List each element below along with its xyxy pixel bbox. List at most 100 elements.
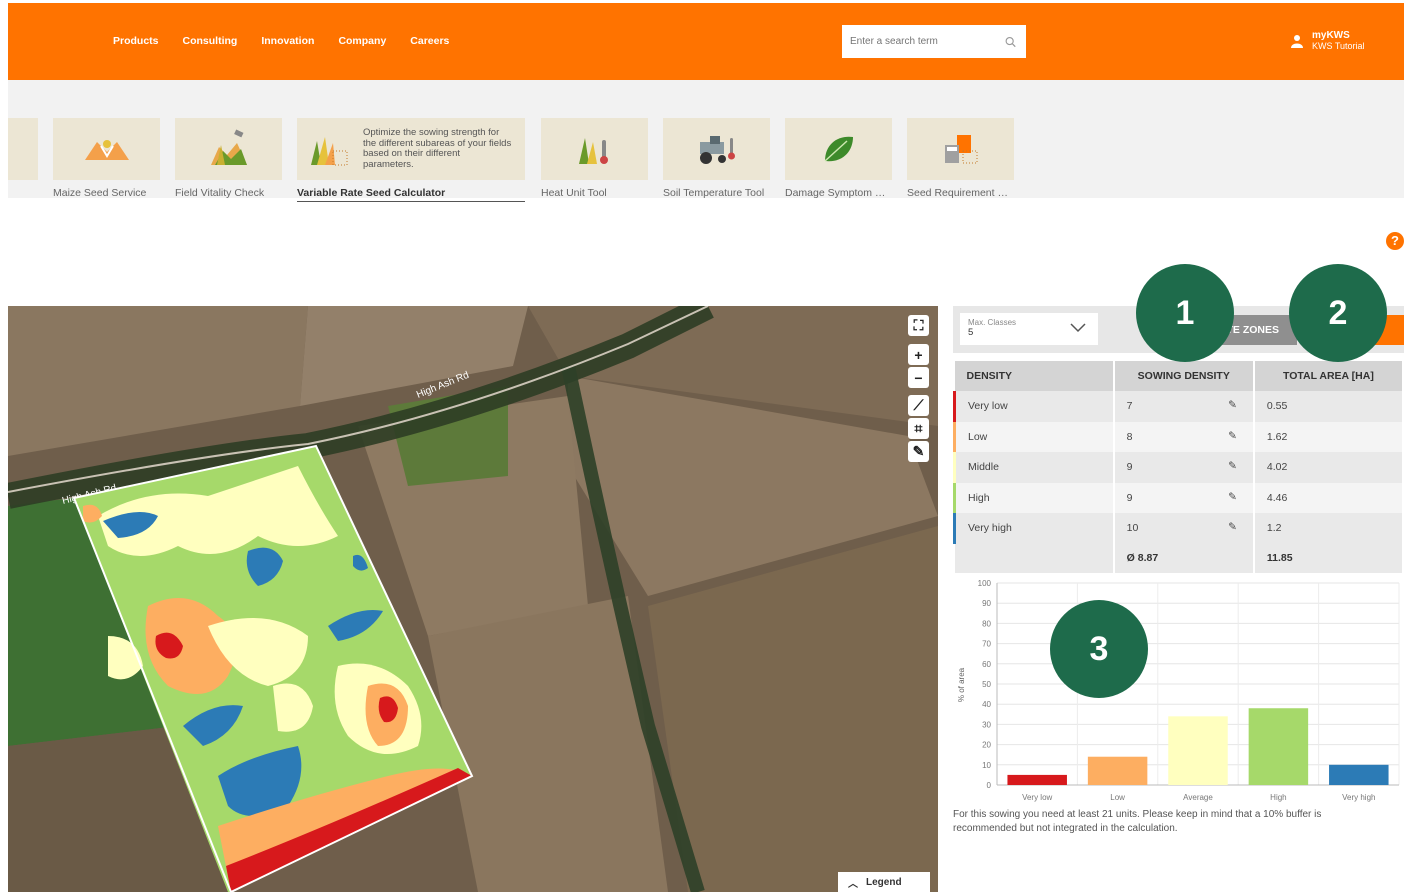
tool-damage-symptom[interactable]: Damage Symptom … [785,118,892,199]
x-tick-label: Low [1110,793,1125,802]
field-map[interactable]: High Ash Rd High Ash Rd [8,306,938,892]
average-sowing: Ø 8.87 [1113,543,1255,573]
area-cell: 4.02 [1253,452,1404,483]
calculation-note: For this sowing you need at least 21 uni… [953,809,1322,834]
table-row: Very high 10 ✎ 1.2 [952,513,1404,544]
y-tick-label: 70 [982,640,991,649]
seed-calculator-icon [311,137,348,166]
tool-heat-unit-tool[interactable]: Heat Unit Tool [541,118,648,199]
y-tick-label: 0 [987,781,992,790]
chevron-down-icon [1070,323,1086,333]
fullscreen-icon[interactable]: ⛶ [908,315,929,336]
total-area: 11.85 [1253,543,1404,573]
user-subtitle: KWS Tutorial [1312,41,1365,51]
help-icon[interactable]: ? [1386,232,1404,250]
edit-pencil-icon[interactable]: ✎ [1228,399,1237,411]
y-tick-label: 90 [982,599,991,608]
column-header: TOTAL AREA [HA] [1253,361,1404,391]
callout-badge: 3 [1050,600,1148,698]
tool-strip: Maize Seed Service Field Vitality Check … [8,80,1404,202]
draw-pencil-icon[interactable]: ✎ [908,441,929,462]
chart-bar[interactable] [1329,764,1389,785]
chart-bar[interactable] [1168,716,1228,785]
density-cell: High [952,482,1115,513]
zoom-in-button[interactable]: + [908,344,929,365]
tool-seed-requirement[interactable]: Seed Requirement … [907,118,1014,199]
user-icon [1291,35,1303,48]
y-tick-label: 100 [978,579,992,588]
leaf-icon [823,136,853,162]
chevron-up-icon: ︿ [848,878,858,890]
callout-badge: 2 [1289,264,1387,362]
area-cell: 1.2 [1253,513,1404,544]
column-header: SOWING DENSITY [1113,361,1255,391]
x-tick-label: Very low [1022,793,1052,802]
search-icon[interactable] [1005,36,1016,48]
edit-pencil-icon[interactable]: ✎ [1228,430,1237,442]
draw-area-icon[interactable]: ⌗ [908,418,929,439]
edit-pencil-icon[interactable]: ✎ [1228,521,1237,533]
table-row: Low 8 ✎ 1.62 [952,421,1404,452]
area-cell: 4.46 [1253,482,1404,513]
sowing-cell[interactable]: 8 ✎ [1113,421,1255,452]
tool-maize-seed-service[interactable]: Maize Seed Service [53,118,160,199]
user-name: myKWS [1312,30,1350,41]
search-box [842,25,1026,58]
tool-variable-rate-seed-calculator[interactable]: Optimize the sowing strength for the dif… [297,118,525,202]
x-tick-label: Very high [1342,793,1375,802]
satellite-field-icon [210,129,247,165]
density-table: DENSITY SOWING DENSITY TOTAL AREA [HA] V… [952,361,1404,573]
sowing-cell[interactable]: 7 ✎ [1113,391,1255,422]
tool-previous-partial[interactable] [8,118,38,180]
measure-line-icon[interactable]: ⟋ [908,395,929,416]
top-navigation-bar: Products Consulting Innovation Company C… [8,3,1404,80]
nav-careers[interactable]: Careers [410,35,449,47]
edit-pencil-icon[interactable]: ✎ [1228,491,1237,503]
sowing-cell[interactable]: 10 ✎ [1113,513,1255,544]
legend-label: Legend [866,876,902,888]
tractor-thermometer-icon [699,136,735,164]
tool-soil-temperature-tool[interactable]: Soil Temperature Tool [663,118,770,199]
chart-bar[interactable] [1248,708,1309,785]
callout-badge: 1 [1136,264,1234,362]
x-tick-label: Average [1183,793,1213,802]
nav-company[interactable]: Company [338,35,386,47]
y-tick-label: 30 [982,720,991,729]
area-distribution-chart: % of area 0 10 20 30 40 50 60 70 80 90 100 Very low… [957,579,1400,802]
legend-toggle[interactable]: ︿ Legend [838,872,930,892]
chart-bar[interactable] [1007,774,1067,785]
map-canvas: High Ash Rd High Ash Rd [8,306,938,892]
table-row: Very low 7 ✎ 0.55 [952,391,1404,422]
sowing-cell[interactable]: 9 ✎ [1113,452,1255,483]
nav-consulting[interactable]: Consulting [183,35,238,47]
area-cell: 0.55 [1253,391,1404,422]
tool-description: Optimize the sowing strength for the dif… [363,127,512,170]
density-cell: Very low [952,391,1115,422]
density-cell: Middle [952,452,1115,483]
density-cell: Very high [952,513,1115,544]
x-tick-label: High [1270,793,1286,802]
edit-pencil-icon[interactable]: ✎ [1228,460,1237,472]
y-tick-label: 60 [982,660,991,669]
hands-seed-icon [84,140,129,160]
y-tick-label: 20 [982,741,991,750]
zoom-out-button[interactable]: − [908,367,929,388]
seed-bag-calculator-icon [944,135,977,164]
column-header: DENSITY [954,361,1115,391]
user-account[interactable]: myKWS KWS Tutorial [1290,31,1365,51]
nav-innovation[interactable]: Innovation [261,35,314,47]
search-input[interactable] [850,36,1005,47]
chart-bar[interactable] [1087,756,1148,785]
y-tick-label: 80 [982,619,991,628]
max-classes-select[interactable]: Max. Classes 5 [960,313,1098,345]
table-footer-row: Ø 8.87 11.85 [954,543,1404,573]
y-axis-label: % of area [957,667,966,702]
table-row: High 9 ✎ 4.46 [952,482,1404,513]
y-tick-label: 50 [982,680,991,689]
sowing-cell[interactable]: 9 ✎ [1113,482,1255,513]
tool-field-vitality-check[interactable]: Field Vitality Check [175,118,282,199]
main-nav: Products Consulting Innovation Company C… [113,35,449,47]
y-tick-label: 40 [982,700,991,709]
nav-products[interactable]: Products [113,35,159,47]
area-cell: 1.62 [1253,421,1404,452]
